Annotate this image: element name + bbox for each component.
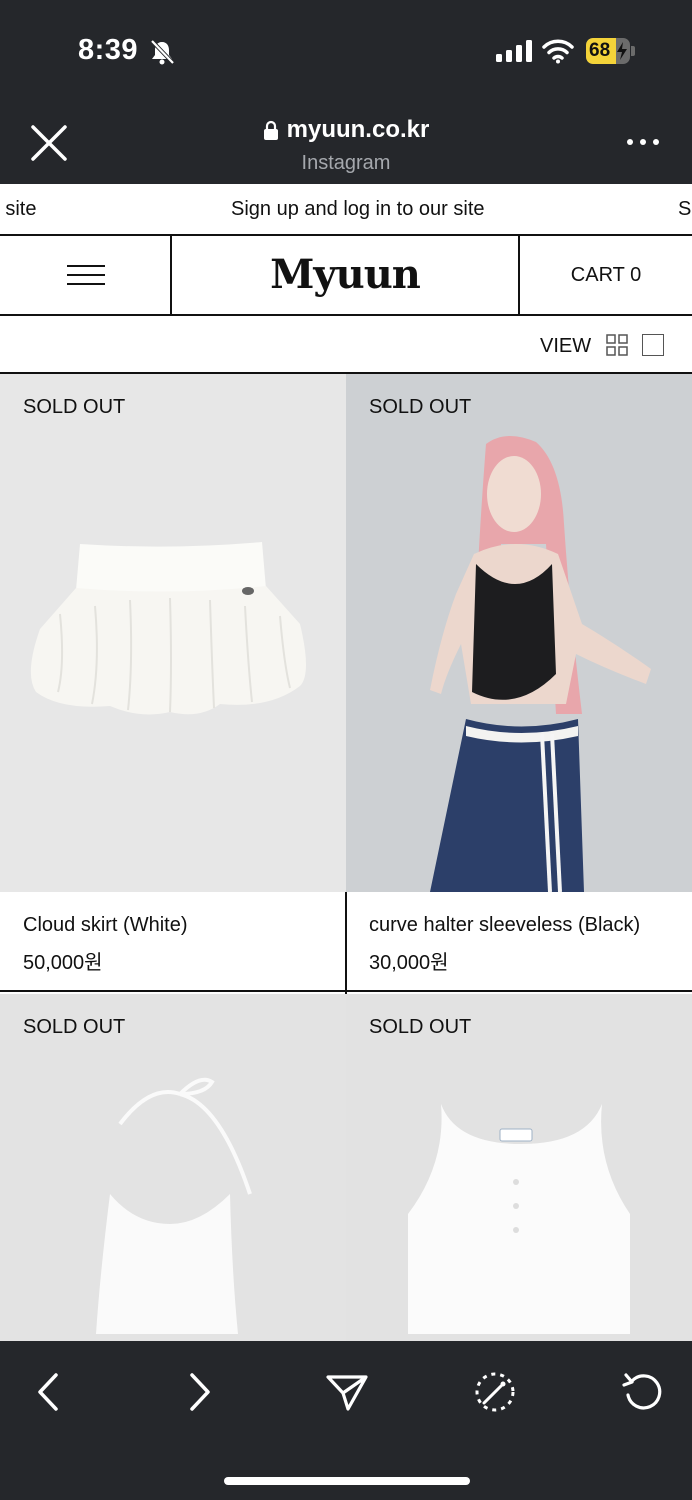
product-price: 50,000원 xyxy=(23,952,103,974)
web-page: ur site Sign up and log in to our site S… xyxy=(0,184,692,1341)
product-name[interactable]: Cloud skirt (White) xyxy=(23,914,187,937)
model-image xyxy=(346,374,692,892)
announcement-text: S xyxy=(678,198,692,220)
browser-toolbar xyxy=(0,1341,692,1500)
compass-icon[interactable] xyxy=(470,1367,520,1417)
hamburger-icon xyxy=(67,265,105,285)
back-icon[interactable] xyxy=(24,1367,74,1417)
product-image[interactable]: SOLD OUT xyxy=(346,374,692,892)
announcement-text: Sign up and log in to our site xyxy=(231,198,485,220)
more-icon[interactable] xyxy=(626,136,660,148)
product-image[interactable]: SOLD OUT xyxy=(346,994,692,1341)
menu-button[interactable] xyxy=(0,236,172,314)
view-label: VIEW xyxy=(540,335,592,357)
site-header: Myuun CART 0 xyxy=(0,236,692,316)
wifi-icon xyxy=(542,39,574,64)
status-time: 8:39 xyxy=(78,34,139,66)
sold-out-label: SOLD OUT xyxy=(23,396,126,418)
skirt-image xyxy=(30,542,306,715)
lock-icon xyxy=(263,120,278,140)
browser-header: 8:39 68 myuun.co.kr Instagram xyxy=(0,0,692,184)
announcement-bar[interactable]: ur site Sign up and log in to our site S xyxy=(0,184,692,236)
share-icon[interactable] xyxy=(322,1367,372,1417)
grid-view-icon[interactable] xyxy=(606,334,628,356)
battery-level: 68 xyxy=(589,40,611,61)
tank-top-image xyxy=(408,1104,630,1334)
signal-icon xyxy=(496,40,532,62)
forward-icon[interactable] xyxy=(174,1367,224,1417)
product-info[interactable]: Cloud skirt (White) 50,000원 xyxy=(0,892,346,992)
product-image[interactable]: SOLD OUT xyxy=(0,994,346,1341)
sold-out-label: SOLD OUT xyxy=(369,396,472,418)
home-indicator[interactable] xyxy=(224,1477,470,1485)
cart-link[interactable]: CART 0 xyxy=(520,236,692,314)
product-price: 30,000원 xyxy=(369,952,449,974)
address-bar[interactable]: myuun.co.kr Instagram xyxy=(196,116,496,175)
halter-image xyxy=(96,1077,252,1334)
sold-out-label: SOLD OUT xyxy=(23,1016,126,1038)
site-logo[interactable]: Myuun xyxy=(172,236,520,314)
url-text: myuun.co.kr xyxy=(286,116,430,143)
view-toggle-bar: VIEW xyxy=(0,316,692,374)
product-name[interactable]: curve halter sleeveless (Black) xyxy=(369,914,640,937)
battery-icon: 68 xyxy=(586,38,636,64)
product-image[interactable]: SOLD OUT xyxy=(0,374,346,892)
reload-icon[interactable] xyxy=(618,1367,668,1417)
product-info[interactable]: curve halter sleeveless (Black) 30,000원 xyxy=(346,892,692,992)
browser-subtitle: Instagram xyxy=(301,152,391,174)
close-icon[interactable] xyxy=(28,122,70,164)
single-view-icon[interactable] xyxy=(642,334,664,356)
bell-slash-icon xyxy=(150,39,175,65)
announcement-text: ur site xyxy=(0,198,37,220)
sold-out-label: SOLD OUT xyxy=(369,1016,472,1038)
